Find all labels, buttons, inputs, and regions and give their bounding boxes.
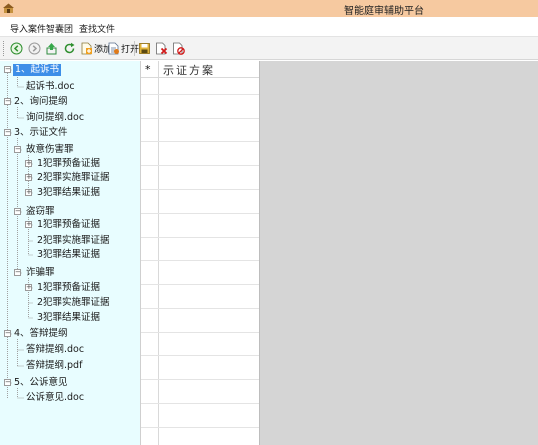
tree-node-prosecution-opinion[interactable]: 5、公诉意见 bbox=[14, 377, 68, 389]
tree-node-implementation-evidence[interactable]: 2犯罪实施罪证据 bbox=[37, 172, 110, 184]
tree-node-implementation-evidence[interactable]: 2犯罪实施罪证据 bbox=[37, 235, 110, 247]
collapse-toggle[interactable]: − bbox=[4, 330, 11, 337]
upload-icon bbox=[46, 43, 57, 55]
toolbar-separator bbox=[134, 41, 135, 56]
grid-row-line bbox=[141, 332, 260, 333]
tree-node-preparation-evidence[interactable]: 1犯罪预备证据 bbox=[37, 282, 100, 294]
tree-node-preparation-evidence[interactable]: 1犯罪预备证据 bbox=[37, 219, 100, 231]
save-icon bbox=[139, 43, 150, 54]
collapse-toggle[interactable]: − bbox=[14, 208, 21, 215]
collapse-toggle[interactable]: − bbox=[4, 379, 11, 386]
collapse-toggle[interactable]: − bbox=[14, 269, 21, 276]
evidence-plan-grid[interactable]: * 示证方案 bbox=[140, 61, 260, 445]
open-button-label: 打开 bbox=[121, 45, 140, 55]
tree-node-implementation-evidence[interactable]: 2犯罪实施罪证据 bbox=[37, 297, 110, 309]
delete-icon bbox=[156, 42, 168, 55]
menu-find-file[interactable]: 查找文件 bbox=[79, 22, 115, 35]
menu-think-tank[interactable]: 智囊团 bbox=[46, 22, 73, 35]
tree-node-result-evidence[interactable]: 3犯罪结果证据 bbox=[37, 187, 100, 199]
tree-file-inquiry-doc[interactable]: 询问提纲.doc bbox=[26, 112, 84, 124]
tree-file-indictment-doc[interactable]: 起诉书.doc bbox=[26, 81, 75, 93]
title-bar: 智能庭审辅助平台 bbox=[0, 0, 538, 17]
grid-row-line bbox=[141, 284, 260, 285]
tree-node-defense-outline[interactable]: 4、答辩提纲 bbox=[14, 328, 68, 340]
toolbar: 添加 打开 bbox=[0, 37, 538, 60]
content-area bbox=[259, 61, 538, 445]
grid-row-line bbox=[141, 308, 260, 309]
back-button[interactable] bbox=[10, 41, 23, 56]
back-icon bbox=[10, 42, 23, 55]
tree-node-inquiry-outline[interactable]: 2、询问提纲 bbox=[14, 96, 68, 108]
tree-node-fraud[interactable]: 诈骗罪 bbox=[26, 267, 55, 279]
cancel-icon bbox=[173, 42, 185, 55]
add-file-icon bbox=[81, 42, 92, 55]
forward-button[interactable] bbox=[28, 41, 41, 56]
refresh-button[interactable] bbox=[63, 41, 76, 56]
upload-button[interactable] bbox=[45, 41, 58, 56]
new-row-marker[interactable]: * bbox=[145, 63, 151, 76]
collapse-toggle[interactable]: − bbox=[4, 66, 11, 73]
expand-toggle[interactable]: + bbox=[25, 174, 32, 181]
toolbar-grip[interactable] bbox=[3, 41, 5, 56]
grid-row-line bbox=[141, 237, 260, 238]
collapse-toggle[interactable]: − bbox=[14, 146, 21, 153]
cancel-button[interactable] bbox=[172, 41, 185, 56]
grid-row-line bbox=[141, 213, 260, 214]
refresh-icon bbox=[64, 42, 75, 54]
menu-import-case[interactable]: 导入案件 bbox=[10, 22, 46, 35]
tree-file-defense-pdf[interactable]: 答辩提纲.pdf bbox=[26, 360, 82, 372]
tree-file-prosecution-doc[interactable]: 公诉意见.doc bbox=[26, 392, 84, 404]
window-title: 智能庭审辅助平台 bbox=[344, 6, 424, 17]
tree-node-intentional-injury[interactable]: 故意伤害罪 bbox=[26, 144, 74, 156]
grid-row-line bbox=[141, 189, 260, 190]
column-header-evidence-plan[interactable]: 示证方案 bbox=[163, 62, 215, 78]
grid-row-line bbox=[141, 118, 260, 119]
tree-node-indictment[interactable]: 1、起诉书 bbox=[13, 64, 62, 76]
collapse-toggle[interactable]: − bbox=[4, 98, 11, 105]
expand-toggle[interactable]: + bbox=[25, 284, 32, 291]
expand-toggle[interactable]: + bbox=[25, 160, 32, 167]
grid-row-line bbox=[141, 165, 260, 166]
tree-file-defense-doc[interactable]: 答辩提纲.doc bbox=[26, 344, 84, 356]
tree-node-result-evidence[interactable]: 3犯罪结果证据 bbox=[37, 249, 100, 261]
forward-icon bbox=[28, 42, 41, 55]
collapse-toggle[interactable]: − bbox=[4, 129, 11, 136]
tree-node-result-evidence[interactable]: 3犯罪结果证据 bbox=[37, 312, 100, 324]
grid-row-line bbox=[141, 427, 260, 428]
tree-node-evidence-files[interactable]: 3、示证文件 bbox=[14, 127, 68, 139]
grid-row-line bbox=[141, 94, 260, 95]
grid-row-line bbox=[141, 379, 260, 380]
expand-toggle[interactable]: + bbox=[25, 189, 32, 196]
open-file-icon bbox=[108, 42, 119, 55]
grid-row-line bbox=[141, 141, 260, 142]
expand-toggle[interactable]: + bbox=[25, 221, 32, 228]
grid-row-line bbox=[141, 403, 260, 404]
grid-row-line bbox=[141, 355, 260, 356]
grid-row-line bbox=[141, 260, 260, 261]
tree-node-theft[interactable]: 盗窃罪 bbox=[26, 206, 55, 218]
grid-header-row: * 示证方案 bbox=[141, 61, 260, 78]
tree-node-preparation-evidence[interactable]: 1犯罪预备证据 bbox=[37, 158, 100, 170]
save-button[interactable] bbox=[138, 41, 151, 56]
delete-button[interactable] bbox=[155, 41, 168, 56]
case-file-tree[interactable]: − 1、起诉书 起诉书.doc − 2、询问提纲 询问提纲.doc − 3、示证… bbox=[0, 61, 140, 445]
menu-bar: 导入案件 智囊团 查找文件 bbox=[0, 17, 538, 37]
